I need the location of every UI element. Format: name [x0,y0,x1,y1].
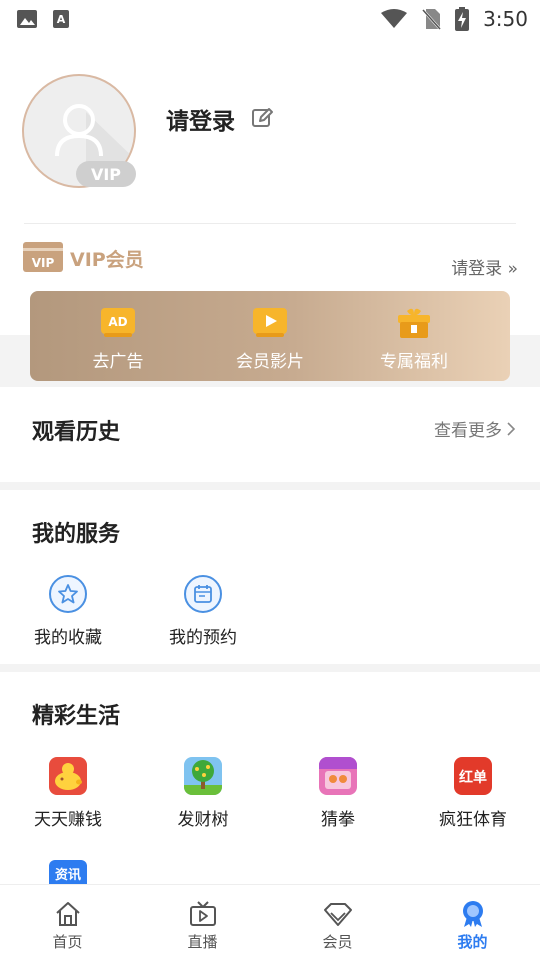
vip-card-icon: VIP [23,242,63,272]
vip-feature-label: 去广告 [92,352,144,372]
nav-label: 直播 [187,933,218,951]
life-item-news[interactable]: 资讯 [13,860,123,884]
bottom-navigation: 首页 直播 会员 我的 [0,884,540,960]
chevron-right-icon [507,421,516,436]
life-item-earn-money[interactable]: 天天赚钱 [13,757,123,830]
life-item-crazy-sports[interactable]: 红单 疯狂体育 [418,757,528,830]
home-icon [55,902,80,926]
vip-login-link[interactable]: 请登录 » [451,254,518,279]
nav-mine[interactable]: 我的 [405,885,540,960]
status-right: 3:50 [381,7,528,31]
nav-live[interactable]: 直播 [135,885,270,960]
no-sim-icon [422,9,442,30]
nav-label: 我的 [457,933,488,951]
status-left: A [16,9,70,29]
calendar-icon [184,575,222,613]
service-reservations[interactable]: 我的预约 [158,575,248,648]
service-label: 我的预约 [169,628,237,648]
edit-icon[interactable] [250,106,274,130]
vip-title: VIP会员 [70,249,144,271]
red-sheet-icon: 红单 [454,757,492,795]
nav-home[interactable]: 首页 [0,885,135,960]
section-separator [0,482,540,490]
ad-icon: AD [101,308,135,337]
ad-icon-text: AD [108,315,127,329]
divider [24,223,516,224]
profile-header: VIP 请登录 [22,74,522,194]
vip-feature-no-ads[interactable]: AD 去广告 [58,291,178,381]
tv-icon [189,901,216,926]
life-item-rock-paper-scissors[interactable]: 猜拳 [283,757,393,830]
battery-charging-icon [455,7,470,31]
section-separator [0,664,540,672]
news-icon-text: 资讯 [55,867,81,883]
nav-vip[interactable]: 会员 [270,885,405,960]
vip-logo-text: VIP [32,256,55,270]
svg-text:A: A [57,13,66,26]
history-title: 观看历史 [32,420,121,445]
piggy-bank-icon [49,757,87,795]
gift-icon [398,308,430,338]
rock-paper-scissors-icon [319,757,357,795]
nav-label: 首页 [52,933,83,951]
medal-icon [462,901,483,927]
history-more-link[interactable]: 查看更多 [434,416,516,441]
life-item-money-tree[interactable]: 发财树 [148,757,258,830]
wifi-icon [381,9,408,28]
news-icon: 资讯 [49,860,87,884]
red-sheet-icon-text: 红单 [459,769,487,786]
life-label: 猜拳 [321,810,355,830]
status-bar: A 3:50 [0,0,540,38]
service-label: 我的收藏 [34,628,102,648]
image-notification-icon [17,10,37,28]
history-more-label: 查看更多 [434,421,502,441]
vip-benefits-card: AD 去广告 会员影片 专属福利 [30,291,510,381]
star-icon [49,575,87,613]
text-notification-icon: A [53,10,69,28]
vip-feature-movies[interactable]: 会员影片 [210,291,330,381]
vip-feature-label: 专属福利 [380,352,448,372]
nav-label: 会员 [322,933,353,951]
status-time: 3:50 [483,7,528,31]
money-tree-icon [184,757,222,795]
life-label: 疯狂体育 [439,810,507,830]
vip-feature-welfare[interactable]: 专属福利 [354,291,474,381]
diamond-icon [323,903,352,926]
login-prompt[interactable]: 请登录 [166,102,235,136]
life-label: 天天赚钱 [34,810,102,830]
life-label: 发财树 [177,810,229,830]
service-favorites[interactable]: 我的收藏 [23,575,113,648]
play-screen-icon [253,308,287,337]
vip-badge: VIP [76,161,136,187]
life-title: 精彩生活 [32,704,121,729]
vip-feature-label: 会员影片 [236,352,304,372]
services-title: 我的服务 [32,522,121,547]
